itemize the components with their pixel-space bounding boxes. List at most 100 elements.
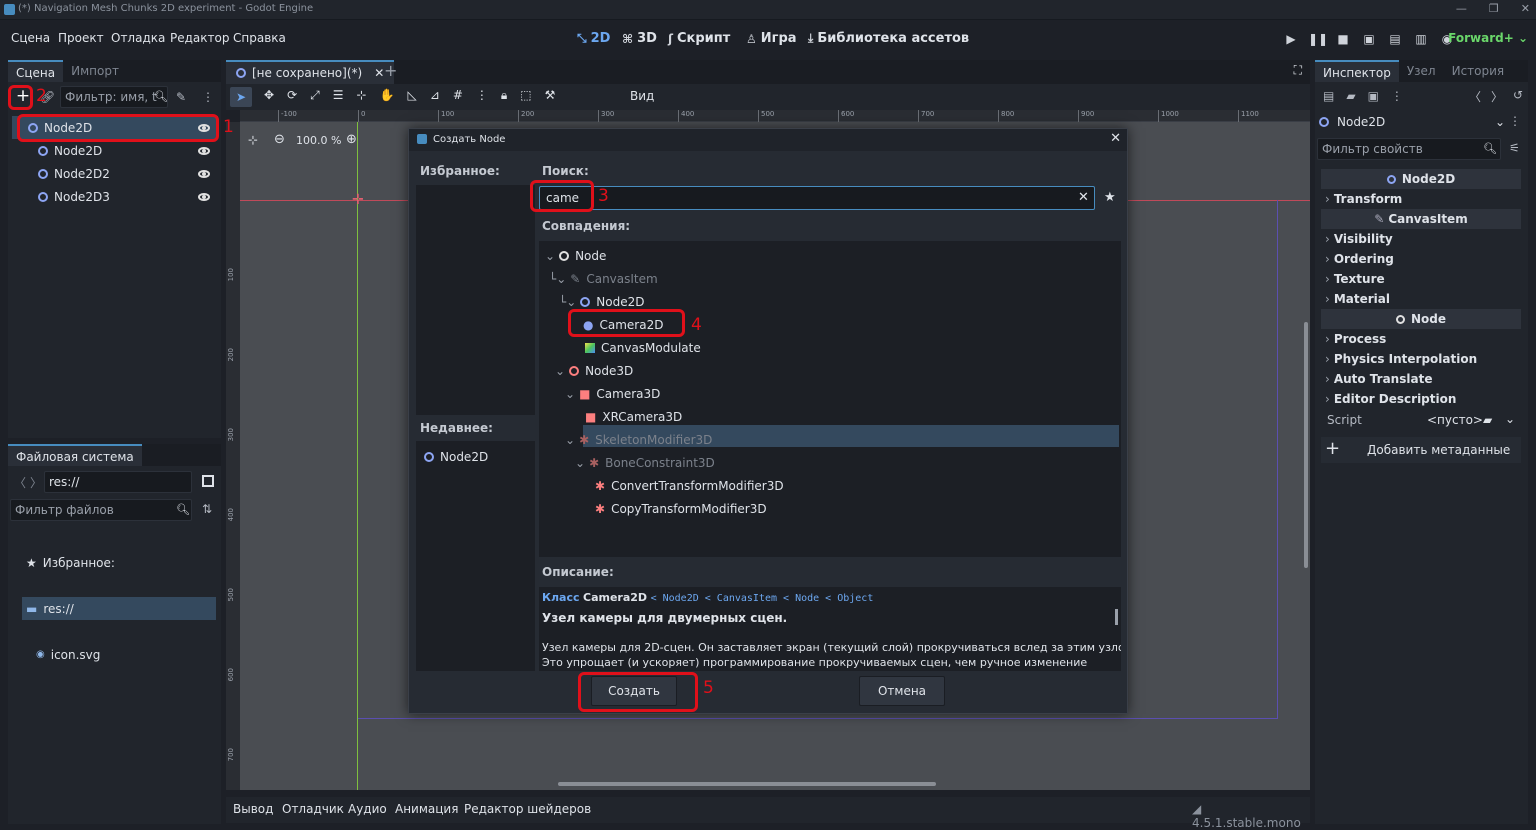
- fs-item-icon[interactable]: ◉ icon.svg: [36, 643, 216, 666]
- tree-item-node[interactable]: ⌄ Node: [545, 244, 606, 267]
- search-input[interactable]: came: [539, 186, 1095, 210]
- forward-icon[interactable]: 〉: [1491, 88, 1503, 105]
- tree-item-converttransformmodifier3d[interactable]: ✱ ConvertTransformModifier3D: [595, 474, 784, 497]
- center-view-icon[interactable]: ⊹: [248, 133, 258, 147]
- prop-visibility[interactable]: › Visibility: [1321, 229, 1521, 249]
- prop-physics-interpolation[interactable]: › Physics Interpolation: [1321, 349, 1521, 369]
- workspace-assetlib-button[interactable]: ⤓ Библиотека ассетов: [808, 31, 969, 46]
- workspace-game-button[interactable]: ♙ Игра: [746, 31, 797, 46]
- view-menu[interactable]: Вид: [630, 89, 654, 103]
- more-icon[interactable]: ⋮: [1391, 89, 1403, 103]
- bottom-tab-output[interactable]: Вывод: [233, 802, 273, 816]
- menu-editor[interactable]: Редактор: [170, 31, 229, 45]
- filter-options-icon[interactable]: ⚟: [1509, 141, 1520, 155]
- select-tool-icon[interactable]: ➤: [230, 87, 252, 107]
- prop-material[interactable]: › Material: [1321, 289, 1521, 309]
- lock-icon[interactable]: 🔒︎: [501, 88, 507, 103]
- scene-filter-input[interactable]: Фильтр: имя, t: [60, 86, 168, 108]
- tree-node[interactable]: Node2D2: [12, 162, 218, 185]
- workspace-2d-button[interactable]: ⤡ 2D: [577, 31, 610, 46]
- tree-item-canvasitem[interactable]: └⌄ ✎ CanvasItem: [549, 267, 658, 290]
- save-resource-icon[interactable]: ▣: [1368, 89, 1379, 103]
- group-icon[interactable]: ⬚: [520, 88, 531, 103]
- more-icon[interactable]: ⋮: [476, 88, 488, 103]
- tab-node[interactable]: Узел: [1399, 60, 1444, 82]
- bottom-tab-shader-editor[interactable]: Редактор шейдеров: [464, 802, 591, 816]
- visibility-eye-icon[interactable]: [198, 192, 210, 201]
- nav-forward-icon[interactable]: 〉: [30, 474, 42, 491]
- nav-back-icon[interactable]: 〈: [14, 474, 26, 491]
- menu-debug[interactable]: Отладка: [111, 31, 165, 45]
- tab-import[interactable]: Импорт: [63, 60, 127, 82]
- tab-filesystem[interactable]: Файловая система: [8, 444, 142, 466]
- bottom-tab-animation[interactable]: Анимация: [395, 802, 458, 816]
- visibility-eye-icon[interactable]: [198, 146, 210, 155]
- history-icon[interactable]: ↺: [1513, 88, 1523, 105]
- zoom-level[interactable]: 100.0 %: [296, 134, 341, 147]
- back-icon[interactable]: 〈: [1469, 88, 1481, 105]
- tree-item-copytransformmodifier3d[interactable]: ✱ CopyTransformModifier3D: [595, 497, 767, 520]
- favorites-list[interactable]: [416, 185, 535, 415]
- tab-inspector[interactable]: Инспектор: [1315, 60, 1399, 82]
- load-script-icon[interactable]: ▰: [1483, 413, 1492, 427]
- description-scrollbar[interactable]: [1115, 609, 1118, 625]
- more-icon[interactable]: ⋮: [202, 90, 214, 104]
- fs-path-input[interactable]: res://: [44, 471, 192, 493]
- ruler-tool-icon[interactable]: ◺: [408, 88, 417, 103]
- favorite-star-icon[interactable]: ★: [1104, 190, 1116, 205]
- prop-transform[interactable]: › Transform: [1321, 189, 1521, 209]
- add-tab-icon[interactable]: +: [384, 61, 397, 80]
- close-tab-icon[interactable]: ✕: [374, 66, 384, 80]
- object-selector[interactable]: Node2D ⌄: [1319, 112, 1505, 132]
- prop-auto-translate[interactable]: › Auto Translate: [1321, 369, 1521, 389]
- play-scene-icon[interactable]: ▤: [1386, 30, 1404, 48]
- visibility-eye-icon[interactable]: [198, 169, 210, 178]
- v-scrollbar[interactable]: [1304, 322, 1308, 568]
- bone-icon[interactable]: ⚒: [545, 88, 556, 103]
- prop-ordering[interactable]: › Ordering: [1321, 249, 1521, 269]
- play-icon[interactable]: ▶: [1282, 30, 1300, 48]
- object-menu-icon[interactable]: ⋮: [1509, 114, 1521, 128]
- zoom-out-icon[interactable]: ⊖: [274, 132, 285, 147]
- rotate-tool-icon[interactable]: ⟳: [287, 88, 297, 103]
- workspace-script-button[interactable]: ʃ Скрипт: [668, 31, 730, 46]
- tree-item-camera3d[interactable]: ⌄ ■ Camera3D: [565, 382, 660, 405]
- tree-node[interactable]: Node2D3: [12, 185, 218, 208]
- property-filter-input[interactable]: Фильтр свойств: [1317, 138, 1501, 160]
- pause-icon[interactable]: ❚❚: [1308, 30, 1328, 48]
- tree-node[interactable]: Node2D: [12, 139, 218, 162]
- prop-texture[interactable]: › Texture: [1321, 269, 1521, 289]
- minimize-icon[interactable]: —: [1456, 2, 1467, 15]
- menu-project[interactable]: Проект: [58, 31, 104, 45]
- snap-icon[interactable]: ⊿: [430, 88, 440, 103]
- h-scrollbar[interactable]: [558, 782, 936, 786]
- fs-favorites[interactable]: ★ Избранное:: [26, 551, 216, 574]
- sort-icon[interactable]: ⇅: [202, 502, 212, 516]
- tab-unsaved-scene[interactable]: [не сохранено](*) ✕: [226, 60, 395, 84]
- menu-scene[interactable]: Сцена: [11, 31, 50, 45]
- fs-filter-input[interactable]: Фильтр файлов: [10, 499, 192, 521]
- tab-history[interactable]: История: [1444, 60, 1513, 82]
- tree-item-node3d[interactable]: ⌄ Node3D: [555, 359, 633, 382]
- fullscreen-icon[interactable]: ⛶: [1294, 63, 1302, 78]
- menu-help[interactable]: Справка: [233, 31, 286, 45]
- clear-search-icon[interactable]: ✕: [1078, 190, 1089, 205]
- attach-script-icon[interactable]: ✎: [176, 90, 186, 104]
- tree-item-boneconstraint3d[interactable]: ⌄ ✱ BoneConstraint3D: [575, 451, 715, 474]
- remote-debug-icon[interactable]: ▣: [1360, 30, 1378, 48]
- maximize-icon[interactable]: ❐: [1489, 2, 1499, 15]
- renderer-select[interactable]: Forward+ ⌄: [1448, 31, 1528, 45]
- tree-item-skeletonmodifier3d[interactable]: ⌄ ✱ SkeletonModifier3D: [565, 428, 712, 451]
- close-window-icon[interactable]: ✕: [1521, 2, 1530, 15]
- fs-item-res[interactable]: ▬ res://: [22, 597, 216, 620]
- move-tool-icon[interactable]: ✥: [264, 88, 274, 103]
- pan-tool-icon[interactable]: ✋: [380, 88, 395, 103]
- close-dialog-icon[interactable]: ✕: [1110, 131, 1121, 146]
- tree-item-canvasmodulate[interactable]: CanvasModulate: [585, 336, 701, 359]
- prop-process[interactable]: › Process: [1321, 329, 1521, 349]
- tree-item-xrcamera3d[interactable]: ■ XRCamera3D: [585, 405, 682, 428]
- zoom-in-icon[interactable]: ⊕: [346, 132, 357, 147]
- scale-tool-icon[interactable]: ⤢: [310, 88, 320, 103]
- grid-icon[interactable]: #: [453, 88, 463, 103]
- split-view-icon[interactable]: [202, 475, 214, 487]
